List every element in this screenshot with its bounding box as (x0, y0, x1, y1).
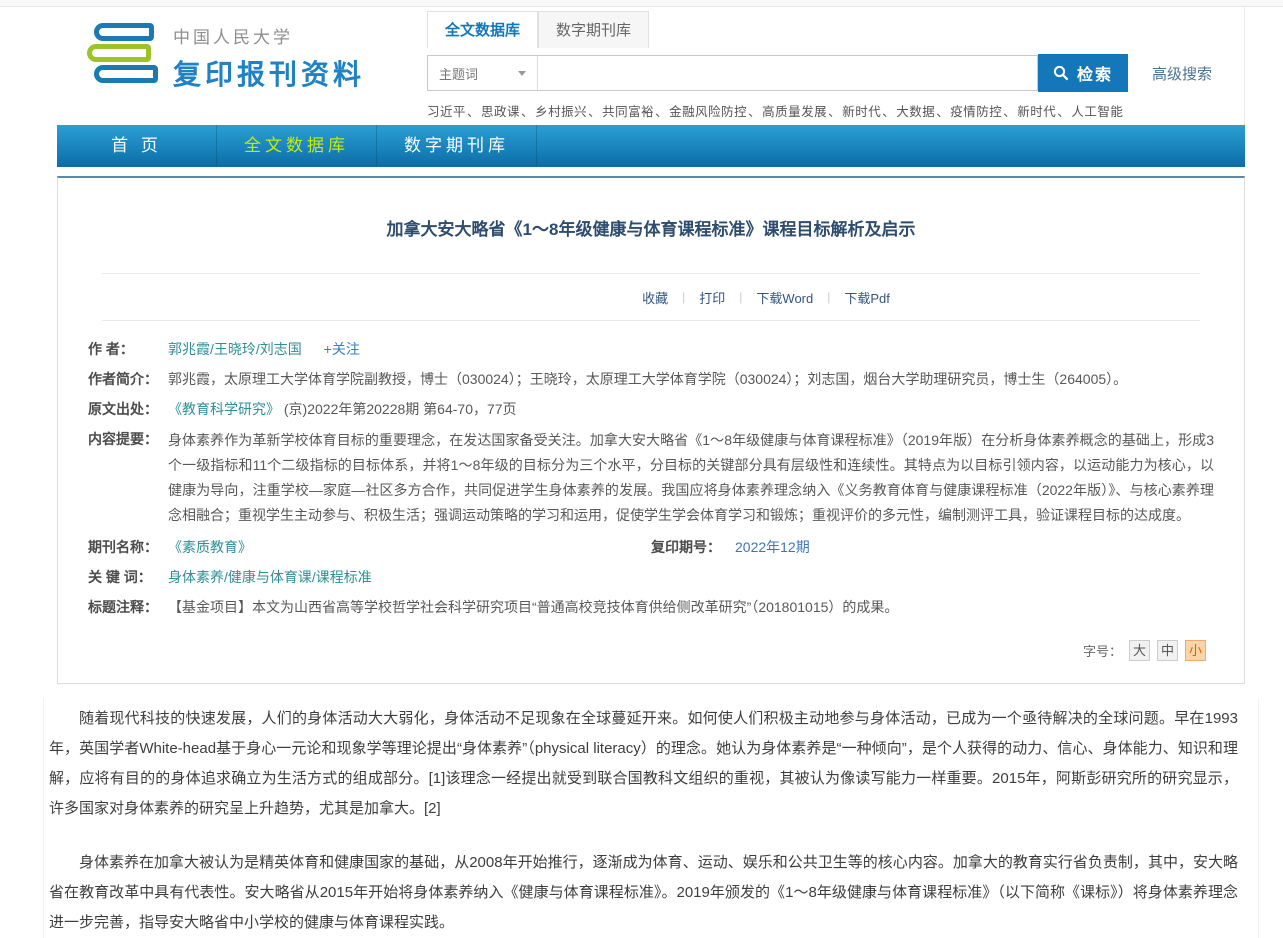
tab-fulltext-database[interactable]: 全文数据库 (427, 11, 538, 48)
book-icon-top (94, 23, 154, 41)
header-search-area: 全文数据库 数字期刊库 主题词 检索 (427, 15, 1245, 120)
hot-keyword-link[interactable]: 共同富裕 (602, 105, 654, 119)
search-icon (1053, 65, 1069, 81)
meta-row-title-note: 标题注释： 【基金项目】本文为山西省高等学校哲学社会科学研究项目“普通高校竞技体… (88, 596, 1214, 618)
abstract-label: 内容提要： (88, 428, 168, 528)
meta-row-authors: 作 者： 郭兆霞/王晓玲/刘志国 +关注 (88, 338, 1214, 360)
author-bio-label: 作者简介： (88, 368, 168, 390)
source-journal-link[interactable]: 《教育科学研究》 (168, 401, 280, 417)
hot-keyword-link[interactable]: 高质量发展 (762, 105, 827, 119)
separator: 、 (1057, 105, 1070, 119)
meta-row-author-bio: 作者简介： 郭兆霞，太原理工大学体育学院副教授，博士（030024）；王晓玲，太… (88, 368, 1214, 390)
meta-row-source: 原文出处： 《教育科学研究》 (京)2022年第20228期 第64-70，77… (88, 398, 1214, 420)
main-nav: 首 页 全文数据库 数字期刊库 (57, 125, 1245, 167)
site-header: 中国人民大学 复印报刊资料 全文数据库 数字期刊库 主题词 (57, 7, 1245, 125)
source-label: 原文出处： (88, 398, 168, 420)
reprint-issue-label: 复印期号： (651, 536, 721, 558)
separator: 、 (882, 105, 895, 119)
font-size-label: 字号： (1083, 641, 1122, 660)
search-box: 主题词 (427, 55, 1038, 91)
separator: 、 (588, 105, 601, 119)
site-logo[interactable]: 中国人民大学 复印报刊资料 (85, 18, 365, 98)
source-issue-pages: (京)2022年第20228期 第64-70，77页 (284, 401, 517, 417)
chevron-down-icon (518, 71, 526, 76)
page-top-strip (0, 0, 1283, 7)
nav-fulltext-database[interactable]: 全文数据库 (217, 125, 377, 167)
journal-name-label: 期刊名称： (88, 536, 168, 558)
book-icon-bottom (94, 65, 158, 83)
article-action-link[interactable]: 下载Pdf (844, 288, 890, 307)
font-size-control: 字号： 大 中 小 (88, 640, 1214, 661)
article-meta: 作 者： 郭兆霞/王晓玲/刘志国 +关注 作者简介： 郭兆霞，太原理工大学体育学… (88, 321, 1214, 618)
search-row: 主题词 检索 高级搜索 (427, 54, 1245, 92)
hot-keyword-link[interactable]: 习近平 (427, 105, 466, 119)
article-paragraph: 随着现代科技的快速发展，人们的身体活动大大弱化，身体活动不足现象在全球蔓延开来。… (49, 704, 1238, 824)
meta-row-journal: 期刊名称： 《素质教育》 复印期号： 2022年12期 (88, 536, 1214, 558)
logo-text: 中国人民大学 复印报刊资料 (173, 23, 365, 93)
separator: 、 (748, 105, 761, 119)
keyword-links[interactable]: 身体素养/健康与体育课/课程标准 (168, 569, 372, 585)
tab-digital-journal[interactable]: 数字期刊库 (538, 11, 649, 48)
separator: 、 (1003, 105, 1016, 119)
search-input[interactable] (538, 56, 1037, 90)
abstract-text: 身体素养作为革新学校体育目标的重要理念，在发达国家备受关注。加拿大安大略省《1～… (168, 428, 1214, 528)
separator: | (739, 290, 742, 304)
search-field-selected-label: 主题词 (439, 64, 478, 83)
separator: 、 (521, 105, 534, 119)
separator: 、 (936, 105, 949, 119)
article-action-links: 收藏 | 打印 | 下载Word | 下载Pdf (88, 274, 1214, 320)
author-bio-text: 郭兆霞，太原理工大学体育学院副教授，博士（030024）；王晓玲，太原理工大学体… (168, 368, 1214, 390)
article-body: 随着现代科技的快速发展，人们的身体活动大大弱化，身体活动不足现象在全球蔓延开来。… (43, 698, 1259, 938)
hot-keyword-link[interactable]: 乡村振兴 (535, 105, 587, 119)
font-size-medium-button[interactable]: 中 (1157, 640, 1178, 661)
follow-link[interactable]: +关注 (324, 341, 360, 357)
search-button[interactable]: 检索 (1038, 54, 1128, 92)
search-field-selector[interactable]: 主题词 (428, 56, 538, 90)
hot-keyword-link[interactable]: 新时代 (842, 105, 881, 119)
author-links[interactable]: 郭兆霞/王晓玲/刘志国 (168, 341, 302, 357)
hot-keyword-link[interactable]: 疫情防控 (950, 105, 1002, 119)
reprint-issue-value: 2022年12期 (735, 536, 810, 558)
journal-name-link[interactable]: 《素质教育》 (168, 539, 252, 555)
hot-keyword-link[interactable]: 金融风险防控 (669, 105, 747, 119)
font-size-small-button[interactable]: 小 (1185, 640, 1206, 661)
nav-home[interactable]: 首 页 (57, 125, 217, 167)
separator: | (827, 290, 830, 304)
separator: 、 (655, 105, 668, 119)
article-action-link[interactable]: 收藏 (642, 288, 668, 307)
stacked-books-icon (85, 18, 159, 98)
hot-keyword-link[interactable]: 人工智能 (1071, 105, 1123, 119)
hot-keyword-link[interactable]: 新时代 (1017, 105, 1056, 119)
article-action-link[interactable]: 打印 (699, 288, 725, 307)
nav-digital-journal[interactable]: 数字期刊库 (377, 125, 537, 167)
logo-org-name: 中国人民大学 (173, 23, 365, 48)
advanced-search-link[interactable]: 高级搜索 (1152, 63, 1212, 84)
article-title: 加拿大安大略省《1～8年级健康与体育课程标准》课程目标解析及启示 (88, 189, 1214, 261)
hot-keyword-link[interactable]: 大数据 (896, 105, 935, 119)
separator: | (682, 290, 685, 304)
search-tabs: 全文数据库 数字期刊库 (427, 15, 1245, 48)
book-icon-middle (87, 44, 151, 62)
separator: 、 (828, 105, 841, 119)
separator: 、 (467, 105, 480, 119)
article-paragraph: 身体素养在加拿大被认为是精英体育和健康国家的基础，从2008年开始推行，逐渐成为… (49, 848, 1238, 938)
title-note-text: 【基金项目】本文为山西省高等学校哲学社会科学研究项目“普通高校竞技体育供给侧改革… (168, 596, 1214, 618)
meta-row-keywords: 关 键 词： 身体素养/健康与体育课/课程标准 (88, 566, 1214, 588)
search-button-label: 检索 (1077, 61, 1113, 85)
article-detail-box: 加拿大安大略省《1～8年级健康与体育课程标准》课程目标解析及启示 收藏 | 打印 | 下… (57, 176, 1245, 684)
logo-product-name: 复印报刊资料 (173, 53, 365, 93)
hot-keyword-link[interactable]: 思政课 (481, 105, 520, 119)
article-action-link[interactable]: 下载Word (756, 288, 813, 307)
title-note-label: 标题注释： (88, 596, 168, 618)
meta-row-abstract: 内容提要： 身体素养作为革新学校体育目标的重要理念，在发达国家备受关注。加拿大安… (88, 428, 1214, 528)
authors-label: 作 者： (88, 338, 168, 360)
font-size-large-button[interactable]: 大 (1129, 640, 1150, 661)
hot-keywords: 习近平、思政课、乡村振兴、共同富裕、金融风险防控、高质量发展、新时代、大数据、疫… (427, 101, 1245, 120)
keywords-label: 关 键 词： (88, 566, 168, 588)
